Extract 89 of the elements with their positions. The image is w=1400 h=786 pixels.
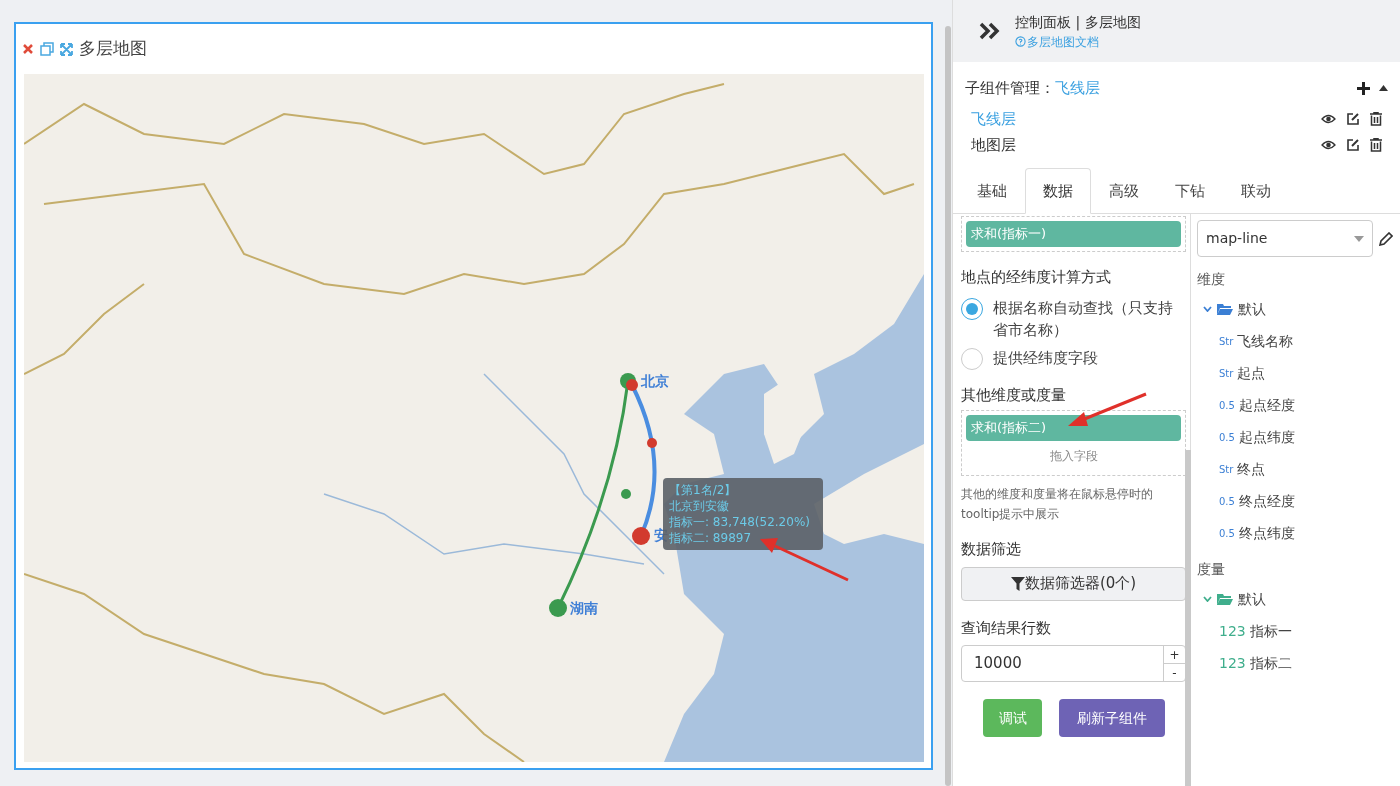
- field-name: 起点纬度: [1238, 427, 1295, 447]
- tab[interactable]: 数据: [1025, 168, 1091, 214]
- field-name: 终点: [1237, 459, 1266, 479]
- type-label: 0.5: [1219, 526, 1235, 541]
- field-name: 终点经度: [1238, 491, 1295, 511]
- add-icon[interactable]: [1356, 80, 1371, 96]
- drop-zone[interactable]: 求和(指标二) 拖入字段: [961, 410, 1186, 476]
- edit-icon[interactable]: [1346, 112, 1360, 126]
- collapse-icon[interactable]: [1379, 85, 1388, 91]
- type-label: Str: [1219, 366, 1234, 381]
- field-name: 终点纬度: [1238, 523, 1295, 543]
- folder-icon: [1217, 303, 1233, 315]
- folder-item[interactable]: 默认: [1197, 293, 1400, 325]
- section-label: 子组件管理：: [965, 77, 1055, 99]
- chevron-icon: [1203, 306, 1212, 312]
- type-label: 123: [1219, 653, 1246, 673]
- current-layer: 飞线层: [1055, 77, 1100, 99]
- field-item[interactable]: 0.5 起点经度: [1197, 389, 1400, 421]
- layer-item[interactable]: 地图层: [971, 133, 1016, 157]
- pencil-icon[interactable]: [1379, 231, 1393, 246]
- field-item[interactable]: Str 终点: [1197, 453, 1400, 485]
- tab[interactable]: 下钻: [1157, 168, 1223, 214]
- field-name: 飞线名称: [1237, 331, 1294, 351]
- tooltip-line: 北京到安徽: [669, 498, 730, 514]
- rows-input[interactable]: 10000: [962, 646, 1163, 681]
- step-down-button[interactable]: -: [1164, 664, 1185, 682]
- field-item[interactable]: 0.5 终点纬度: [1197, 517, 1400, 549]
- moving-dot-marker: [647, 438, 657, 448]
- field-item[interactable]: 0.5 终点经度: [1197, 485, 1400, 517]
- help-icon: [1015, 36, 1026, 47]
- moving-dot-marker: [621, 489, 631, 499]
- dataset-select[interactable]: map-line: [1197, 220, 1373, 257]
- drop-hint: 拖入字段: [1049, 448, 1098, 465]
- field-name: 指标二: [1249, 653, 1292, 673]
- eye-icon[interactable]: [1321, 140, 1336, 150]
- tab[interactable]: 高级: [1091, 168, 1157, 214]
- type-label: Str: [1219, 462, 1234, 477]
- field-item[interactable]: 123 指标一: [1197, 615, 1400, 647]
- field-item[interactable]: 0.5 起点纬度: [1197, 421, 1400, 453]
- trash-icon[interactable]: [1370, 138, 1382, 152]
- scrollbar[interactable]: [1185, 450, 1191, 786]
- type-label: 0.5: [1219, 430, 1235, 445]
- group-title: 度量: [1197, 560, 1226, 579]
- tooltip-line: 指标二: 89897: [669, 530, 753, 546]
- tab[interactable]: 基础: [959, 168, 1025, 214]
- field-item[interactable]: Str 起点: [1197, 357, 1400, 389]
- action-button[interactable]: 刷新子组件: [1059, 699, 1165, 737]
- type-label: 123: [1219, 621, 1246, 641]
- close-icon[interactable]: [22, 43, 34, 55]
- radio-label: 根据名称自动查找（只支持省市名称）: [993, 297, 1174, 341]
- hint-text: 其他的维度和度量将在鼠标悬停时的tooltip提示中展示: [961, 486, 1154, 523]
- scrollbar[interactable]: [945, 26, 951, 786]
- panel-title: 控制面板 | 多层地图: [1015, 12, 1141, 33]
- tooltip-line: 【第1名/2】: [669, 482, 738, 498]
- type-label: 0.5: [1219, 494, 1235, 509]
- type-label: Str: [1219, 334, 1234, 349]
- field-name: 起点: [1237, 363, 1266, 383]
- start-point-marker: [549, 599, 567, 617]
- number-input[interactable]: 10000 + -: [961, 645, 1186, 682]
- filter-button[interactable]: 数据筛选器(0个): [961, 566, 1186, 601]
- type-label: 0.5: [1219, 398, 1235, 413]
- end-point-marker: [632, 527, 650, 545]
- field-item[interactable]: 123 指标二: [1197, 647, 1400, 679]
- expand-icon[interactable]: [60, 42, 73, 56]
- section-title: 其他维度或度量: [961, 384, 1067, 406]
- section-title: 数据筛选: [961, 539, 1022, 560]
- tooltip-line: 指标一: 83,748(52.20%): [669, 514, 811, 530]
- caret-icon: [1354, 235, 1364, 242]
- folder-icon: [1217, 593, 1233, 605]
- filter-icon: [1010, 576, 1025, 591]
- eye-icon[interactable]: [1321, 114, 1336, 124]
- field-name: 起点经度: [1238, 395, 1295, 415]
- section-title: 查询结果行数: [961, 617, 1052, 639]
- edit-icon[interactable]: [1346, 138, 1360, 152]
- double-chevron-icon[interactable]: [979, 22, 1001, 40]
- trash-icon[interactable]: [1370, 112, 1382, 126]
- card-title: 多层地图: [79, 37, 147, 61]
- map-label: 北京: [641, 372, 669, 391]
- tab[interactable]: 联动: [1223, 168, 1289, 214]
- folder-item[interactable]: 默认: [1197, 583, 1400, 615]
- chevron-icon: [1203, 596, 1212, 602]
- field-item[interactable]: Str 飞线名称: [1197, 325, 1400, 357]
- map-label: 湖南: [570, 599, 598, 618]
- step-up-button[interactable]: +: [1164, 646, 1185, 664]
- group-title: 维度: [1197, 270, 1226, 289]
- end-point-marker: [626, 379, 638, 391]
- section-title: 地点的经纬度计算方式: [961, 267, 1112, 288]
- field-name: 指标一: [1249, 621, 1292, 641]
- radio-label: 提供经纬度字段: [993, 347, 1098, 369]
